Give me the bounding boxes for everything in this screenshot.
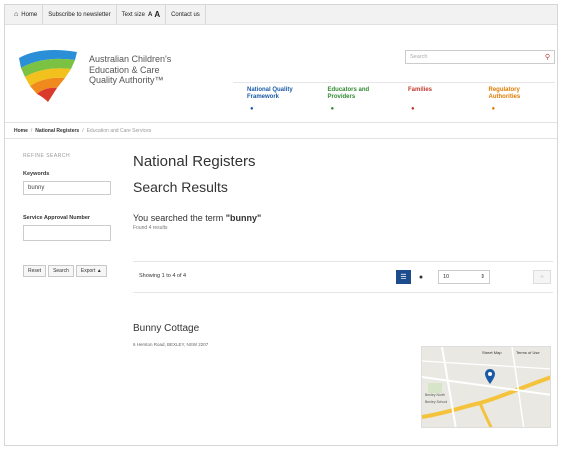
result-title-link[interactable]: Bunny Cottage	[133, 323, 199, 334]
searched-term-value: "bunny"	[225, 213, 262, 223]
nav-item-label: Regulatory	[488, 87, 520, 93]
subscribe-link-label: Subscribe to newsletter	[48, 11, 111, 18]
text-size-control: Text size A A	[117, 5, 167, 24]
results-toolbar: Showing 1 to 4 of 4 ☰ ● 10 ⇕ ‹›	[133, 261, 553, 293]
map-graphic[interactable]	[422, 347, 551, 428]
showing-count: Showing 1 to 4 of 4	[139, 273, 187, 279]
result-address: 6 Herston Road, BEXLEY, NSW 2207	[133, 342, 209, 347]
contact-link-label: Contact us	[171, 11, 200, 18]
map-label-street-map[interactable]: Street Map	[482, 350, 502, 355]
per-page-select[interactable]: 10 ⇕	[438, 270, 490, 284]
search-icon[interactable]: ⚲	[545, 53, 550, 61]
breadcrumb-home[interactable]: Home	[14, 128, 28, 134]
text-size-small-button[interactable]: A	[148, 12, 152, 18]
map-label-bexley-school: Bexley School	[425, 400, 448, 404]
map-label-terms[interactable]: Terms of Use	[516, 350, 540, 355]
searched-term-prefix: You searched the term	[133, 213, 226, 223]
reset-button[interactable]: Reset	[23, 265, 47, 277]
site-search-input[interactable]: Search ⚲	[405, 50, 555, 64]
search-button[interactable]: Search	[48, 265, 74, 277]
results-heading: Search Results	[133, 179, 228, 195]
acecqa-logo-icon[interactable]	[15, 44, 83, 106]
map-pin-icon[interactable]	[485, 369, 495, 384]
site-header: Australian Children's Education & Care Q…	[5, 26, 557, 121]
dropdown-dot-icon: ●	[330, 106, 335, 112]
refine-search-actions: Reset Search Export ▲	[23, 265, 113, 277]
chevron-down-icon: ⇕	[480, 274, 485, 280]
contact-link[interactable]: Contact us	[166, 5, 206, 24]
utility-bar: ⌂ Home Subscribe to newsletter Text size…	[5, 5, 557, 25]
logo-line: Australian Children's	[89, 54, 172, 64]
page-title: National Registers	[133, 153, 256, 170]
main-content: National Registers Search Results You se…	[133, 153, 553, 428]
breadcrumb-separator: /	[82, 127, 84, 134]
nav-item-regulatory-authorities[interactable]: Regulatory Authorities ●	[475, 83, 556, 118]
nav-item-families[interactable]: Families ●	[394, 83, 475, 118]
nav-item-label: Authorities	[488, 94, 521, 100]
breadcrumb-current: Education and Care Services	[86, 127, 152, 134]
searched-term-text: You searched the term "bunny"	[133, 213, 553, 223]
nav-item-label: Families	[408, 87, 433, 93]
logo-line: Education & Care	[89, 64, 160, 75]
nav-item-label: Educators and	[327, 87, 370, 93]
refine-search-title: REFINE SEARCH	[23, 153, 71, 159]
export-button[interactable]: Export ▲	[75, 265, 107, 277]
logo-wordmark: Australian Children's Education & Care Q…	[89, 54, 219, 86]
home-link[interactable]: ⌂ Home	[5, 5, 44, 24]
keywords-input[interactable]: bunny	[23, 181, 111, 195]
breadcrumb-national-registers[interactable]: National Registers	[35, 128, 79, 134]
list-view-icon[interactable]: ☰	[396, 270, 411, 284]
service-approval-label: Service Approval Number	[23, 215, 91, 221]
main-navigation: National Quality Framework ● Educators a…	[233, 82, 555, 118]
nav-item-label: National Quality	[247, 87, 293, 93]
logo-line: Quality Authority™	[89, 75, 164, 85]
text-size-large-button[interactable]: A	[154, 10, 160, 19]
text-size-label: Text size	[121, 11, 145, 18]
pager-arrows-icon: ‹›	[540, 274, 544, 280]
pagination-control[interactable]: ‹›	[533, 270, 551, 284]
map-view-icon[interactable]: ●	[415, 270, 427, 284]
per-page-value: 10	[443, 274, 450, 280]
breadcrumb-separator: /	[30, 127, 33, 134]
subscribe-link[interactable]: Subscribe to newsletter	[43, 5, 117, 24]
dropdown-dot-icon: ●	[491, 106, 496, 112]
found-results-count: Found 4 results	[133, 225, 168, 231]
result-map[interactable]: Street Map Terms of Use Bexley North Bex…	[421, 346, 551, 428]
keywords-label: Keywords	[23, 171, 50, 177]
browser-frame: ⌂ Home Subscribe to newsletter Text size…	[4, 4, 558, 446]
refine-search-panel: REFINE SEARCH Keywords bunny Service App…	[23, 147, 113, 277]
nav-item-national-quality-framework[interactable]: National Quality Framework ●	[233, 83, 314, 118]
nav-item-label: Providers	[327, 94, 356, 100]
map-label-bexley-north: Bexley North	[425, 393, 446, 397]
site-search-placeholder: Search	[410, 54, 428, 60]
nav-item-educators-providers[interactable]: Educators and Providers ●	[314, 83, 395, 118]
home-icon: ⌂	[14, 11, 19, 18]
nav-item-label: Framework	[247, 94, 280, 100]
breadcrumb: Home / National Registers / Education an…	[5, 122, 557, 139]
service-approval-input[interactable]	[23, 225, 111, 241]
dropdown-dot-icon: ●	[411, 106, 415, 112]
dropdown-dot-icon: ●	[250, 106, 254, 112]
home-link-label: Home	[21, 11, 38, 18]
